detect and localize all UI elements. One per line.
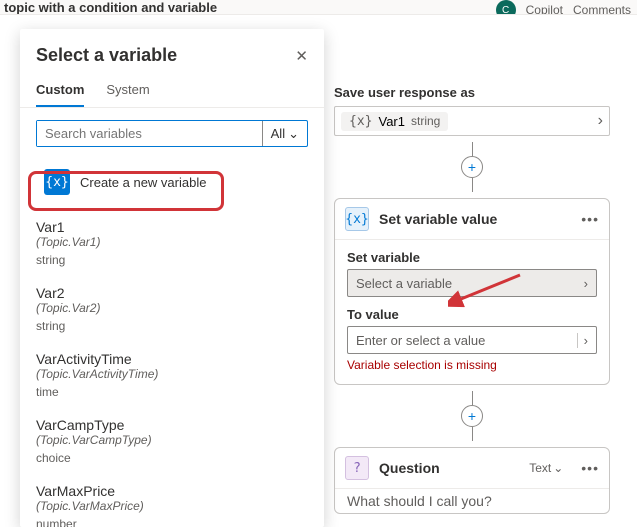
variable-path: (Topic.VarCampType) bbox=[36, 433, 308, 447]
variable-name: Var1 bbox=[36, 219, 308, 235]
node-title: Question bbox=[379, 460, 519, 476]
variable-path: (Topic.Var1) bbox=[36, 235, 308, 249]
variable-list-item[interactable]: VarCampType(Topic.VarCampType) choice bbox=[36, 409, 308, 475]
question-node: ? Question Text ⌄ ••• What should I call… bbox=[334, 447, 610, 514]
variable-type: string bbox=[36, 253, 308, 267]
panel-title: Select a variable bbox=[36, 45, 295, 66]
variable-icon: {x} bbox=[349, 114, 372, 129]
question-icon: ? bbox=[345, 456, 369, 480]
variable-name: VarCampType bbox=[36, 417, 308, 433]
variable-path: (Topic.VarMaxPrice) bbox=[36, 499, 308, 513]
set-variable-icon: {x} bbox=[345, 207, 369, 231]
variable-name: VarMaxPrice bbox=[36, 483, 308, 499]
question-prompt[interactable]: What should I call you? bbox=[335, 489, 609, 513]
set-variable-node: {x} Set variable value ••• Set variable … bbox=[334, 198, 610, 385]
variable-type: string bbox=[411, 114, 440, 128]
error-message: Variable selection is missing bbox=[347, 358, 597, 372]
add-node-button[interactable]: + bbox=[461, 405, 483, 427]
chevron-down-icon: ⌄ bbox=[553, 461, 563, 475]
page-title: topic with a condition and variable bbox=[4, 0, 217, 15]
variable-path: (Topic.Var2) bbox=[36, 301, 308, 315]
add-node-button[interactable]: + bbox=[461, 156, 483, 178]
select-variable-panel: Select a variable ✕ Custom System All ⌄ … bbox=[20, 29, 324, 527]
chevron-down-icon: ⌄ bbox=[288, 126, 299, 142]
chevron-right-icon: › bbox=[584, 276, 588, 291]
save-response-field[interactable]: {x} Var1 string › bbox=[334, 106, 610, 136]
variable-name: Var1 bbox=[378, 114, 405, 129]
variable-list-item[interactable]: VarMaxPrice(Topic.VarMaxPrice) number bbox=[36, 475, 308, 527]
node-title: Set variable value bbox=[379, 211, 571, 227]
close-icon[interactable]: ✕ bbox=[295, 47, 308, 65]
select-variable-dropdown[interactable]: Select a variable › bbox=[347, 269, 597, 297]
to-value-label: To value bbox=[347, 307, 597, 322]
variable-name: VarActivityTime bbox=[36, 351, 308, 367]
to-value-input[interactable]: Enter or select a value › bbox=[347, 326, 597, 354]
variable-type: choice bbox=[36, 451, 308, 465]
search-input[interactable] bbox=[37, 121, 262, 146]
node-menu-button[interactable]: ••• bbox=[581, 211, 599, 227]
filter-all-button[interactable]: All ⌄ bbox=[262, 121, 307, 146]
variable-icon: {x} bbox=[44, 169, 70, 195]
response-type-picker[interactable]: Text ⌄ bbox=[529, 461, 563, 475]
tab-custom[interactable]: Custom bbox=[36, 76, 84, 107]
variable-name: Var2 bbox=[36, 285, 308, 301]
variable-path: (Topic.VarActivityTime) bbox=[36, 367, 308, 381]
chevron-right-icon: › bbox=[598, 112, 603, 130]
create-variable-button[interactable]: {x} Create a new variable bbox=[36, 163, 308, 201]
variable-list-item[interactable]: VarActivityTime(Topic.VarActivityTime) ti… bbox=[36, 343, 308, 409]
variable-type: number bbox=[36, 517, 308, 527]
node-menu-button[interactable]: ••• bbox=[581, 460, 599, 476]
save-response-label: Save user response as bbox=[334, 85, 610, 100]
tab-system[interactable]: System bbox=[106, 76, 149, 107]
variable-type: time bbox=[36, 385, 308, 399]
set-variable-label: Set variable bbox=[347, 250, 597, 265]
variable-list-item[interactable]: Var2(Topic.Var2) string bbox=[36, 277, 308, 343]
variable-list-item[interactable]: Var1(Topic.Var1) string bbox=[36, 211, 308, 277]
authoring-canvas: Save user response as {x} Var1 string › … bbox=[0, 14, 637, 527]
value-picker-button[interactable]: › bbox=[577, 333, 588, 348]
variable-type: string bbox=[36, 319, 308, 333]
